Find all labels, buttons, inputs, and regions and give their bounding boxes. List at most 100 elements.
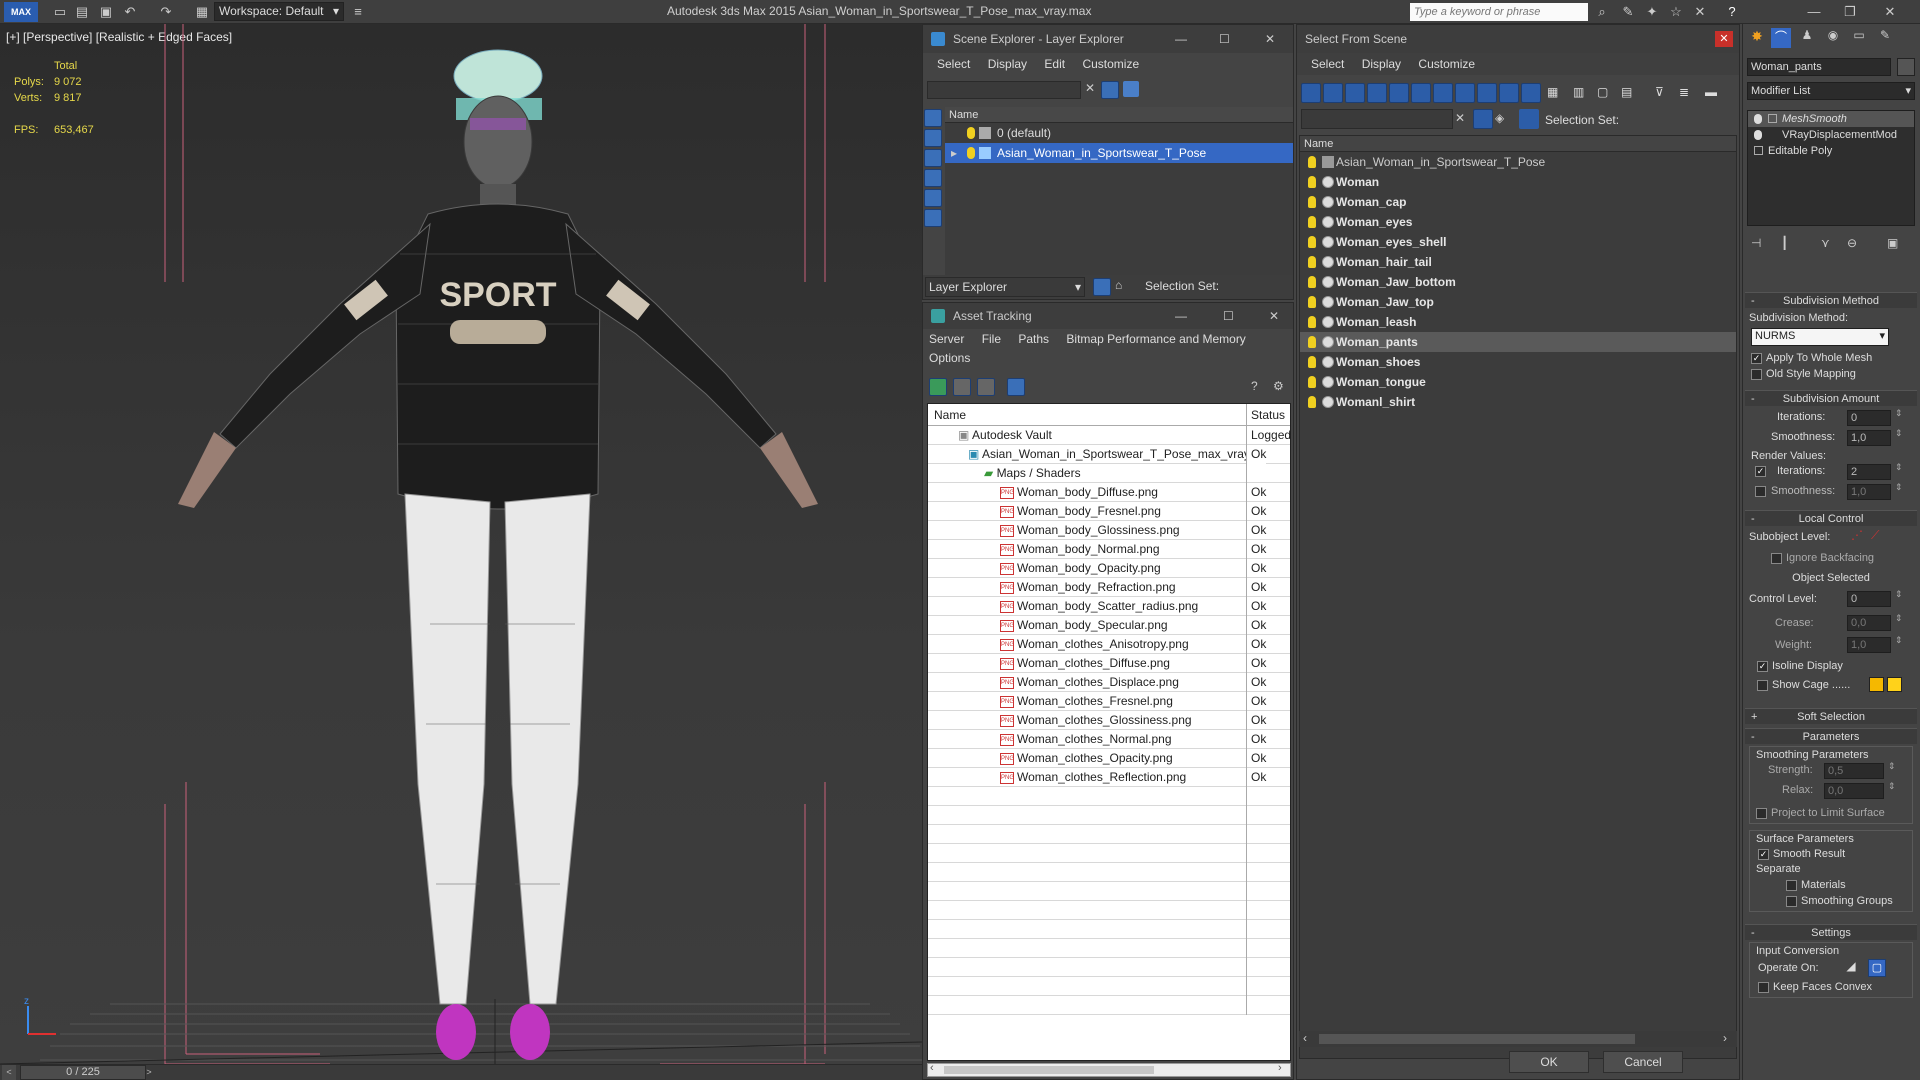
close-icon[interactable]: ✕ <box>1880 3 1900 21</box>
sfs-menu-customize[interactable]: Customize <box>1418 57 1475 71</box>
light-bulb-icon[interactable] <box>1308 316 1316 328</box>
hierarchy-tab-icon[interactable]: ♟ <box>1797 28 1817 48</box>
local-control-header[interactable]: - Local Control <box>1745 510 1917 526</box>
asset-row[interactable]: PNG Woman_body_Opacity.png Ok <box>928 559 1290 578</box>
light-bulb-icon[interactable] <box>1308 396 1316 408</box>
scroll-left-icon[interactable]: ‹ <box>930 1062 934 1074</box>
clear-search-icon[interactable]: ✕ <box>1085 81 1095 95</box>
display-xrefs-icon[interactable] <box>1455 83 1475 103</box>
isoline-display-checkbox[interactable]: ✓ Isoline Display <box>1757 660 1917 672</box>
checkbox-checked-icon[interactable]: ✓ <box>1757 660 1768 672</box>
asset-row[interactable]: PNG Woman_body_Refraction.png Ok <box>928 578 1290 597</box>
new-icon[interactable]: ▭ <box>50 3 70 21</box>
asset-row[interactable]: PNG Woman_clothes_Fresnel.png Ok <box>928 692 1290 711</box>
crease-spinner[interactable]: 0,0 <box>1847 615 1891 631</box>
spinner-arrows-icon[interactable]: ⇕ <box>1895 589 1903 600</box>
asset-col-status[interactable]: Status <box>1246 404 1290 426</box>
asset-tracking-maximize-icon[interactable]: ☐ <box>1223 303 1234 329</box>
sfs-col-name[interactable]: Name <box>1300 136 1736 152</box>
asset-row[interactable]: PNG Woman_clothes_Diffuse.png Ok <box>928 654 1290 673</box>
sfs-hscrollbar[interactable]: ‹ › <box>1299 1031 1737 1047</box>
display-helpers-icon[interactable] <box>924 189 942 207</box>
edge-mode-icon[interactable]: ⟋ <box>1871 528 1879 543</box>
smooth-result-checkbox[interactable]: ✓ Smooth Result <box>1758 848 1912 860</box>
checkbox-icon[interactable] <box>1757 679 1768 691</box>
display-cameras-icon[interactable] <box>924 169 942 187</box>
smoothness-spinner[interactable]: 1,0 <box>1847 430 1891 446</box>
sfs-menu-select[interactable]: Select <box>1311 57 1344 71</box>
display-geometry-icon[interactable] <box>924 109 942 127</box>
sfs-object-row[interactable]: Woman_pants <box>1300 332 1736 352</box>
light-bulb-icon[interactable] <box>1308 296 1316 308</box>
render-smoothness-spinner[interactable]: 1,0 <box>1847 484 1891 500</box>
workspace-dropdown[interactable]: Workspace: Default ▾ <box>214 2 344 21</box>
refresh-icon[interactable] <box>929 378 947 396</box>
explorer-type-dropdown[interactable]: Layer Explorer ▾ <box>925 277 1085 297</box>
scene-explorer-minimize-icon[interactable]: — <box>1175 25 1187 53</box>
display-all-icon[interactable]: ▦ <box>1547 85 1558 99</box>
render-smoothness-checkbox[interactable] <box>1755 486 1766 497</box>
subdivision-amount-header[interactable]: - Subdivision Amount <box>1745 390 1917 406</box>
communication-icon[interactable]: ✦ <box>1642 3 1662 21</box>
vertex-mode-icon[interactable]: ⋰ <box>1851 528 1863 542</box>
stack-item[interactable]: Editable Poly <box>1748 143 1914 159</box>
create-tab-icon[interactable]: ✸ <box>1747 28 1767 48</box>
time-slider-next-icon[interactable]: > <box>142 1065 156 1080</box>
asset-row[interactable]: PNG Woman_clothes_Opacity.png Ok <box>928 749 1290 768</box>
scene-explorer-search[interactable] <box>927 81 1081 99</box>
ignore-backfacing-checkbox[interactable]: Ignore Backfacing <box>1771 552 1917 564</box>
sfs-hscroll-thumb[interactable] <box>1319 1034 1635 1044</box>
show-cage-checkbox[interactable]: Show Cage ...... <box>1757 679 1850 691</box>
settings-header[interactable]: - Settings <box>1745 924 1917 940</box>
display-shapes-icon[interactable] <box>924 129 942 147</box>
asset-row[interactable]: PNG Woman_clothes_Anisotropy.png Ok <box>928 635 1290 654</box>
iterations-spinner[interactable]: 0 <box>1847 410 1891 426</box>
layer-row[interactable]: 0 (default) <box>945 123 1293 143</box>
asset-row[interactable]: PNG Woman_body_Glossiness.png Ok <box>928 521 1290 540</box>
open-icon[interactable]: ▤ <box>72 3 92 21</box>
asset-tracking-minimize-icon[interactable]: — <box>1175 303 1187 329</box>
asset-row-file[interactable]: ▣ Asian_Woman_in_Sportswear_T_Pose_max_v… <box>928 445 1290 464</box>
display-lights-icon[interactable] <box>924 149 942 167</box>
spinner-arrows-icon[interactable]: ⇕ <box>1888 761 1896 772</box>
keep-faces-convex-checkbox[interactable]: Keep Faces Convex <box>1758 981 1912 993</box>
display-containers-icon[interactable] <box>1499 83 1519 103</box>
object-color-swatch[interactable] <box>1897 58 1915 76</box>
spinner-arrows-icon[interactable]: ⇕ <box>1895 613 1903 624</box>
checkbox-icon[interactable] <box>1751 368 1762 380</box>
bulb-icon[interactable] <box>1754 114 1762 124</box>
light-bulb-icon[interactable] <box>1308 336 1316 348</box>
select-all-icon[interactable]: ▥ <box>1573 85 1584 99</box>
scene-explorer-close-icon[interactable]: ✕ <box>1265 25 1275 53</box>
asset-tracking-titlebar[interactable]: Asset Tracking — ☐ ✕ <box>923 303 1293 329</box>
sfs-object-row[interactable]: Woman_leash <box>1300 312 1736 332</box>
light-bulb-icon[interactable] <box>967 147 975 159</box>
light-bulb-icon[interactable] <box>1308 256 1316 268</box>
checkbox-checked-icon[interactable]: ✓ <box>1758 848 1769 860</box>
asset-row[interactable]: PNG Woman_clothes_Normal.png Ok <box>928 730 1290 749</box>
display-lights-icon[interactable] <box>1345 83 1365 103</box>
sfs-object-row[interactable]: Woman_eyes <box>1300 212 1736 232</box>
spinner-arrows-icon[interactable]: ⇕ <box>1895 635 1903 646</box>
asset-row[interactable]: PNG Woman_body_Scatter_radius.png Ok <box>928 597 1290 616</box>
scene-explorer-maximize-icon[interactable]: ☐ <box>1219 25 1230 53</box>
display-bones-icon[interactable] <box>1477 83 1497 103</box>
utilities-tab-icon[interactable]: ✎ <box>1875 28 1895 48</box>
display-spacewarps-icon[interactable] <box>924 209 942 227</box>
checkbox-icon[interactable] <box>1756 807 1767 819</box>
scene-explorer-titlebar[interactable]: Scene Explorer - Layer Explorer — ☐ ✕ <box>923 25 1293 53</box>
project-limit-checkbox[interactable]: Project to Limit Surface <box>1756 807 1912 819</box>
display-tab-icon[interactable]: ▭ <box>1849 28 1869 48</box>
checkbox-icon[interactable] <box>1771 552 1782 564</box>
asset-row[interactable]: PNG Woman_body_Specular.png Ok <box>928 616 1290 635</box>
ok-button[interactable]: OK <box>1509 1051 1589 1073</box>
sfs-object-row[interactable]: Woman_eyes_shell <box>1300 232 1736 252</box>
asset-row[interactable]: PNG Woman_body_Normal.png Ok <box>928 540 1290 559</box>
light-bulb-icon[interactable] <box>1308 176 1316 188</box>
cancel-button[interactable]: Cancel <box>1603 1051 1683 1073</box>
display-shapes-icon[interactable] <box>1323 83 1343 103</box>
operate-on-polygons-icon[interactable]: ▢ <box>1868 959 1886 977</box>
modifier-list-dropdown[interactable]: Modifier List ▾ <box>1747 82 1915 100</box>
sfs-layer-icon[interactable]: ◈ <box>1495 111 1504 125</box>
sfs-root-row[interactable]: Asian_Woman_in_Sportswear_T_Pose <box>1300 152 1736 172</box>
